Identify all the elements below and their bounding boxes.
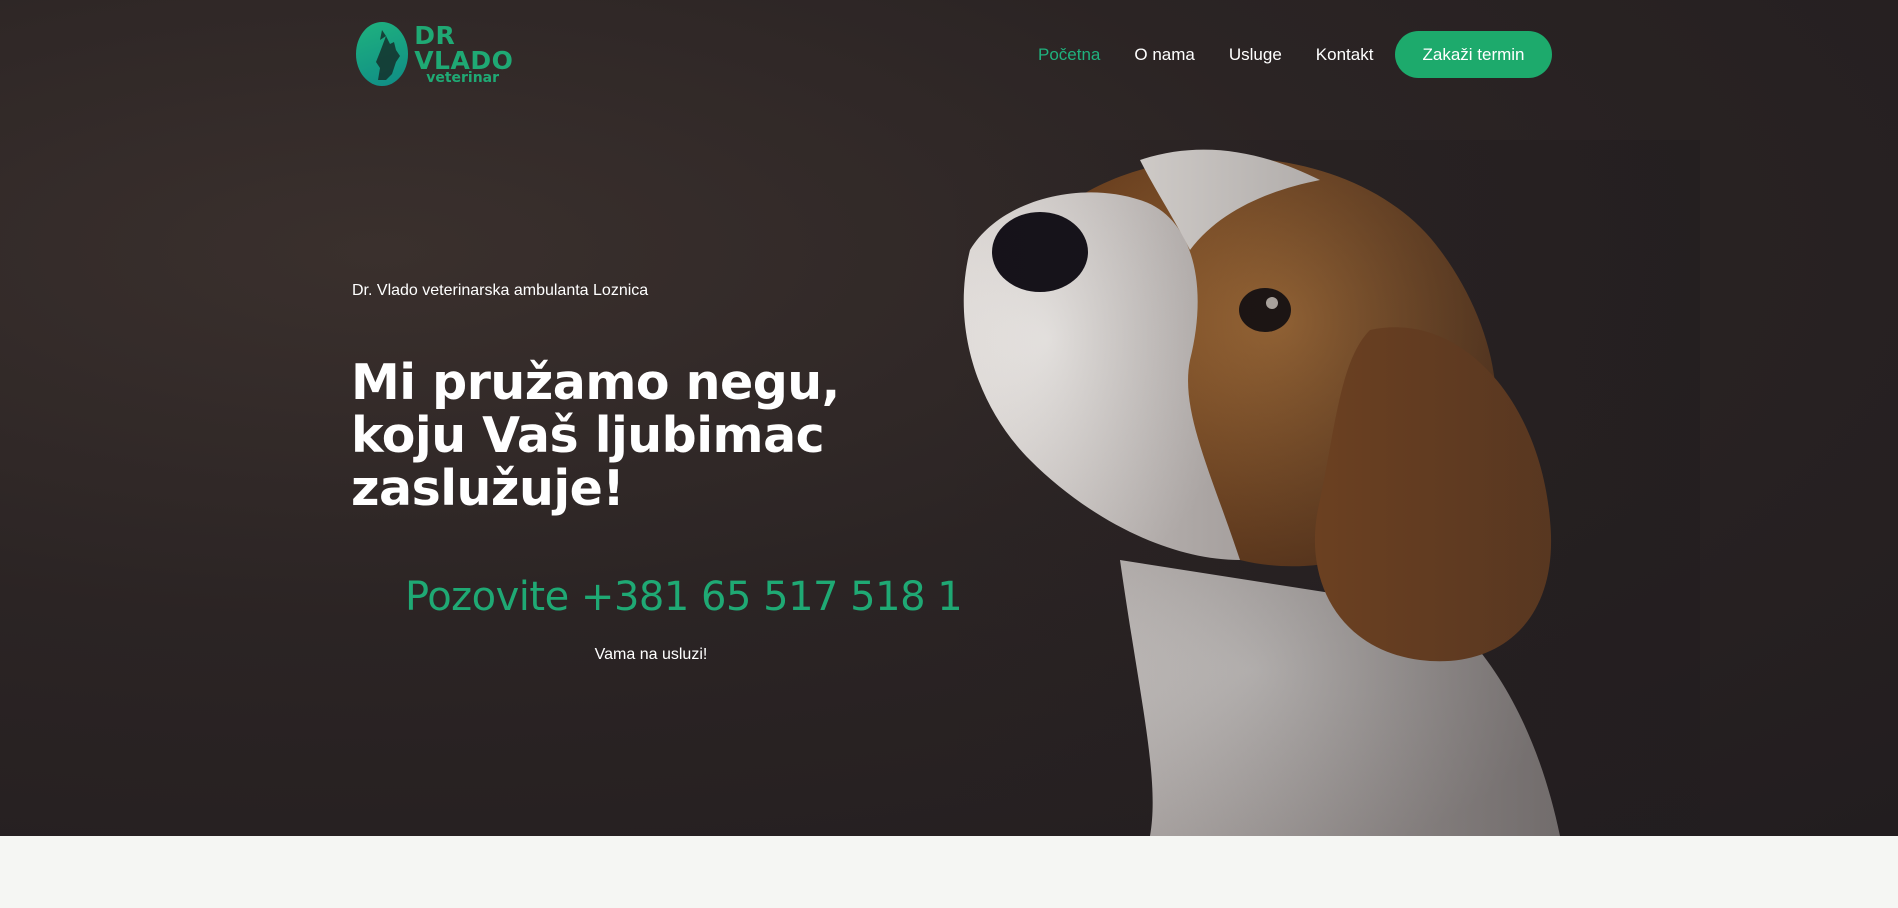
logo-subtitle: veterinar xyxy=(426,70,500,86)
headline-line-1: Mi pružamo negu, xyxy=(351,354,840,411)
nav-item-usluge[interactable]: Usluge xyxy=(1229,45,1282,65)
service-note: Vama na usluzi! xyxy=(594,646,708,663)
site-logo[interactable]: DR VLADO veterinar xyxy=(356,21,536,87)
beagle-dog-image xyxy=(940,140,1700,836)
nav-item-kontakt[interactable]: Kontakt xyxy=(1316,45,1374,65)
main-nav: Početna O nama Usluge Kontakt xyxy=(1038,43,1373,67)
content-section-top xyxy=(0,836,1898,908)
pet-silhouette-icon xyxy=(356,22,409,86)
nav-item-pocetna[interactable]: Početna xyxy=(1038,45,1100,65)
hero-headline: Mi pružamo negu, koju Vaš ljubimac zaslu… xyxy=(351,356,871,515)
headline-line-2: koju Vaš ljubimac xyxy=(351,407,825,464)
book-appointment-button[interactable]: Zakaži termin xyxy=(1395,31,1552,78)
hero-eyebrow: Dr. Vlado veterinarska ambulanta Loznica xyxy=(352,282,649,299)
phone-call-link[interactable]: Pozovite +381 65 517 518 1 xyxy=(405,574,963,620)
logo-title: DR VLADO xyxy=(414,21,514,75)
headline-line-3: zaslužuje! xyxy=(351,460,625,517)
hero-section: DR VLADO veterinar Početna O nama Usluge… xyxy=(0,0,1898,836)
nav-item-o-nama[interactable]: O nama xyxy=(1134,45,1194,65)
